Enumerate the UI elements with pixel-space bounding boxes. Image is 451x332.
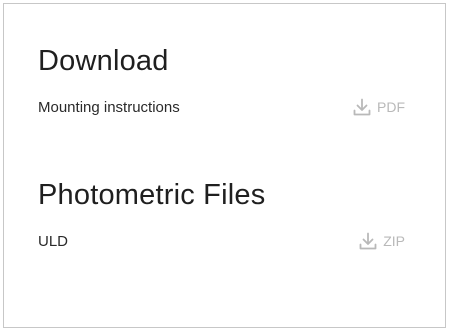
download-pdf-label: PDF: [377, 99, 405, 115]
download-zip-link[interactable]: ZIP: [358, 231, 405, 251]
download-row-mounting-instructions: Mounting instructions PDF: [38, 95, 411, 119]
download-icon: [358, 231, 378, 251]
download-zip-label: ZIP: [383, 233, 405, 249]
download-pdf-link[interactable]: PDF: [352, 97, 405, 117]
download-section-title: Download: [38, 45, 169, 77]
download-icon: [352, 97, 372, 117]
download-row-uld: ULD ZIP: [38, 229, 411, 253]
downloads-card: Download Mounting instructions PDF Photo…: [3, 3, 446, 328]
photometric-item-label: ULD: [38, 232, 69, 250]
download-section: Download Mounting instructions PDF: [38, 44, 411, 119]
photometric-section-title: Photometric Files: [38, 179, 266, 211]
photometric-section: Photometric Files ULD ZIP: [38, 178, 411, 253]
download-item-label: Mounting instructions: [38, 98, 180, 116]
